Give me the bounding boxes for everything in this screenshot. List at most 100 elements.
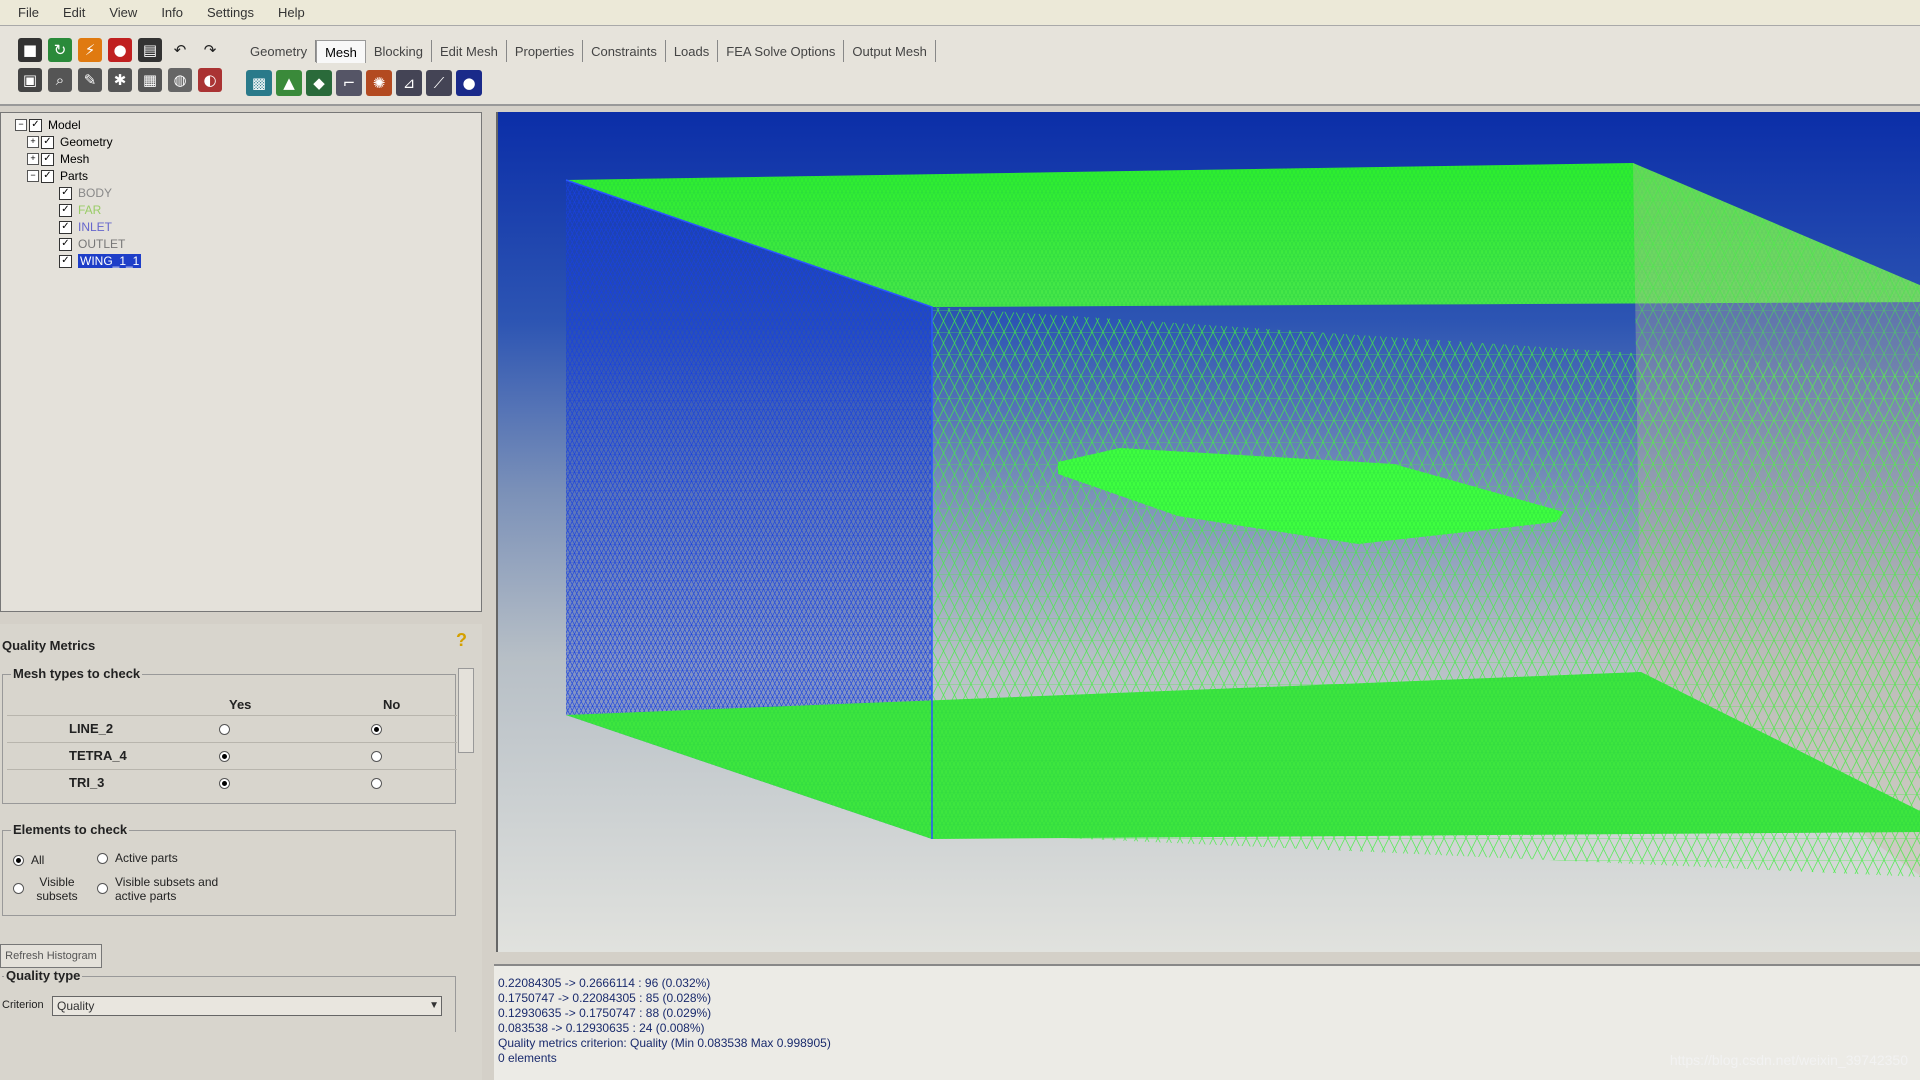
criterion-label: Criterion	[2, 999, 44, 1011]
chevron-down-icon[interactable]: ▼	[429, 997, 439, 1015]
fit-icon[interactable]: ▣	[18, 68, 42, 92]
group-title: Mesh types to check	[11, 666, 143, 681]
checkbox-icon[interactable]: ✓	[41, 169, 54, 183]
tab-properties[interactable]: Properties	[507, 40, 584, 62]
prism-icon[interactable]: ⊿	[396, 70, 422, 96]
lightning-icon[interactable]: ⚡	[78, 38, 102, 62]
console-line: 0.083538 -> 0.12930635 : 24 (0.008%)	[498, 1021, 705, 1035]
tab-fea-solve-options[interactable]: FEA Solve Options	[718, 40, 845, 62]
mesh-type-row: TETRA_4	[7, 742, 457, 769]
sphere-icon[interactable]: ◍	[168, 68, 192, 92]
radio-no[interactable]	[371, 778, 382, 789]
radio-no[interactable]	[371, 724, 382, 735]
menu-file[interactable]: File	[18, 5, 39, 20]
tree-item-mesh[interactable]: + ✓ Mesh	[27, 151, 89, 167]
expand-icon[interactable]: +	[27, 153, 39, 165]
mesh-setup-icon[interactable]: ▩	[246, 70, 272, 96]
radio-active-parts[interactable]	[97, 853, 108, 864]
line-tool-icon[interactable]: ⟋	[426, 70, 452, 96]
checkbox-icon[interactable]: ✓	[59, 186, 72, 200]
tab-output-mesh[interactable]: Output Mesh	[844, 40, 936, 62]
panel-title: Quality Metrics	[2, 638, 96, 653]
checkbox-icon[interactable]: ✓	[41, 135, 54, 149]
checkbox-icon[interactable]: ✓	[41, 152, 54, 166]
zoom-icon[interactable]: ⌕	[48, 68, 72, 92]
curve-mesh-icon[interactable]: ⌐	[336, 70, 362, 96]
tree-part-wing-1-1[interactable]: ✓ WING_1_1	[59, 253, 142, 269]
criterion-value: Quality	[57, 999, 95, 1013]
elements-to-check-group: Elements to check All Active parts Visib…	[2, 822, 456, 916]
mesh-types-scrollbar[interactable]	[458, 668, 474, 753]
part-mesh-icon[interactable]: ▲	[276, 70, 302, 96]
radio-visible-and-active[interactable]	[97, 883, 108, 894]
undo-icon[interactable]: ↶	[168, 38, 192, 62]
collapse-icon[interactable]: −	[15, 119, 27, 131]
watermark: https://blog.csdn.net/weixin_39742350	[1669, 1052, 1908, 1068]
menu-settings[interactable]: Settings	[207, 5, 254, 20]
tree-item-label: WING_1_1	[78, 254, 142, 268]
mesh-tools: ▩ ▲ ◆ ⌐ ✺ ⊿ ⟋ ●	[246, 70, 482, 96]
tree-part-inlet[interactable]: ✓ INLET	[59, 219, 112, 235]
measure-icon[interactable]: ✎	[78, 68, 102, 92]
quality-metrics-panel: Quality Metrics ? Mesh types to check Ye…	[0, 624, 482, 1080]
radio-yes[interactable]	[219, 724, 230, 735]
tree-item-geometry[interactable]: + ✓ Geometry	[27, 134, 113, 150]
refresh-histogram-button[interactable]: Refresh Histogram	[0, 944, 102, 968]
checkbox-icon[interactable]: ✓	[59, 237, 72, 251]
mesh-render	[565, 163, 1920, 877]
criterion-select[interactable]: Quality ▼	[52, 996, 442, 1016]
column-header-yes: Yes	[229, 697, 252, 712]
compute-mesh-icon[interactable]: ✺	[366, 70, 392, 96]
tab-loads[interactable]: Loads	[666, 40, 719, 62]
checkbox-icon[interactable]: ✓	[29, 118, 42, 132]
export-icon[interactable]: ▤	[138, 38, 162, 62]
tab-constraints[interactable]: Constraints	[583, 40, 666, 62]
menu-view[interactable]: View	[109, 5, 137, 20]
console-line: 0.12930635 -> 0.1750747 : 88 (0.029%)	[498, 1006, 712, 1020]
menu-help[interactable]: Help	[278, 5, 305, 20]
tree-part-far[interactable]: ✓ FAR	[59, 202, 101, 218]
mesh-type-name: TETRA_4	[69, 748, 127, 763]
menu-edit[interactable]: Edit	[63, 5, 85, 20]
transform-icon[interactable]: ✱	[108, 68, 132, 92]
toolbar-row-1: ■ ↻ ⚡ ● ▤ ↶ ↷	[18, 38, 222, 62]
ribbon-tabs: Geometry Mesh Blocking Edit Mesh Propert…	[242, 40, 936, 63]
checkbox-icon[interactable]: ✓	[59, 254, 72, 268]
radio-visible-subsets[interactable]	[13, 883, 24, 894]
shade-icon[interactable]: ◐	[198, 68, 222, 92]
tree-item-parts[interactable]: − ✓ Parts	[27, 168, 88, 184]
refresh-icon[interactable]: ↻	[48, 38, 72, 62]
checkbox-icon[interactable]: ✓	[59, 203, 72, 217]
graphics-viewport[interactable]	[496, 112, 1920, 952]
expand-icon[interactable]: +	[27, 136, 39, 148]
globe-icon[interactable]: ●	[456, 70, 482, 96]
radio-yes[interactable]	[219, 778, 230, 789]
collapse-icon[interactable]: −	[27, 170, 39, 182]
column-header-no: No	[383, 697, 401, 712]
save-icon[interactable]: ■	[18, 38, 42, 62]
tab-mesh[interactable]: Mesh	[316, 40, 366, 63]
redo-icon[interactable]: ↷	[198, 38, 222, 62]
option-label-visible-subsets: Visible subsets	[36, 875, 78, 903]
tree-item-model[interactable]: − ✓ Model	[15, 117, 81, 133]
mesh-type-row: LINE_2	[7, 715, 457, 742]
message-console[interactable]: 0.22084305 -> 0.2666114 : 96 (0.032%) 0.…	[494, 964, 1920, 1080]
record-icon[interactable]: ●	[108, 38, 132, 62]
checkbox-icon[interactable]: ✓	[59, 220, 72, 234]
surface-mesh-icon[interactable]: ◆	[306, 70, 332, 96]
tree-part-body[interactable]: ✓ BODY	[59, 185, 112, 201]
radio-all[interactable]	[13, 855, 24, 866]
main-toolbar: ■ ↻ ⚡ ● ▤ ↶ ↷ ▣ ⌕ ✎ ✱ ▦ ◍ ◐ Geometry Mes…	[0, 26, 1920, 106]
radio-no[interactable]	[371, 751, 382, 762]
tree-part-outlet[interactable]: ✓ OUTLET	[59, 236, 125, 252]
tree-item-label: FAR	[78, 203, 102, 217]
display-icon[interactable]: ▦	[138, 68, 162, 92]
radio-yes[interactable]	[219, 751, 230, 762]
help-icon[interactable]: ?	[456, 630, 467, 651]
menu-info[interactable]: Info	[161, 5, 183, 20]
tab-edit-mesh[interactable]: Edit Mesh	[432, 40, 507, 62]
tree-item-label: Model	[48, 118, 81, 132]
tab-geometry[interactable]: Geometry	[242, 40, 317, 62]
tree-item-label: INLET	[78, 220, 113, 234]
tab-blocking[interactable]: Blocking	[366, 40, 433, 62]
